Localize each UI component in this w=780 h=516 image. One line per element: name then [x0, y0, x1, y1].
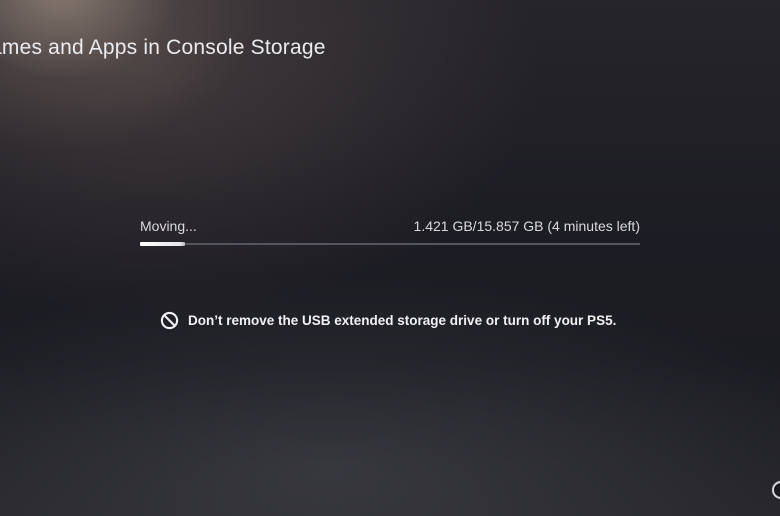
progress-bar-fill [140, 242, 185, 246]
warning-message: Don’t remove the USB extended storage dr… [160, 311, 616, 330]
move-progress: Moving... 1.421 GB/15.857 GB (4 minutes … [140, 218, 640, 246]
prohibited-icon [160, 311, 179, 330]
corner-circle-icon[interactable] [772, 481, 780, 499]
page-title: ames and Apps in Console Storage [0, 36, 326, 59]
progress-amount-text: 1.421 GB/15.857 GB (4 minutes left) [413, 218, 640, 234]
progress-bar-track [140, 242, 640, 246]
progress-info-row: Moving... 1.421 GB/15.857 GB (4 minutes … [140, 218, 640, 234]
warning-text: Don’t remove the USB extended storage dr… [188, 313, 617, 328]
progress-status-label: Moving... [140, 218, 197, 234]
ps5-storage-move-screen: ames and Apps in Console Storage Moving.… [0, 0, 780, 516]
